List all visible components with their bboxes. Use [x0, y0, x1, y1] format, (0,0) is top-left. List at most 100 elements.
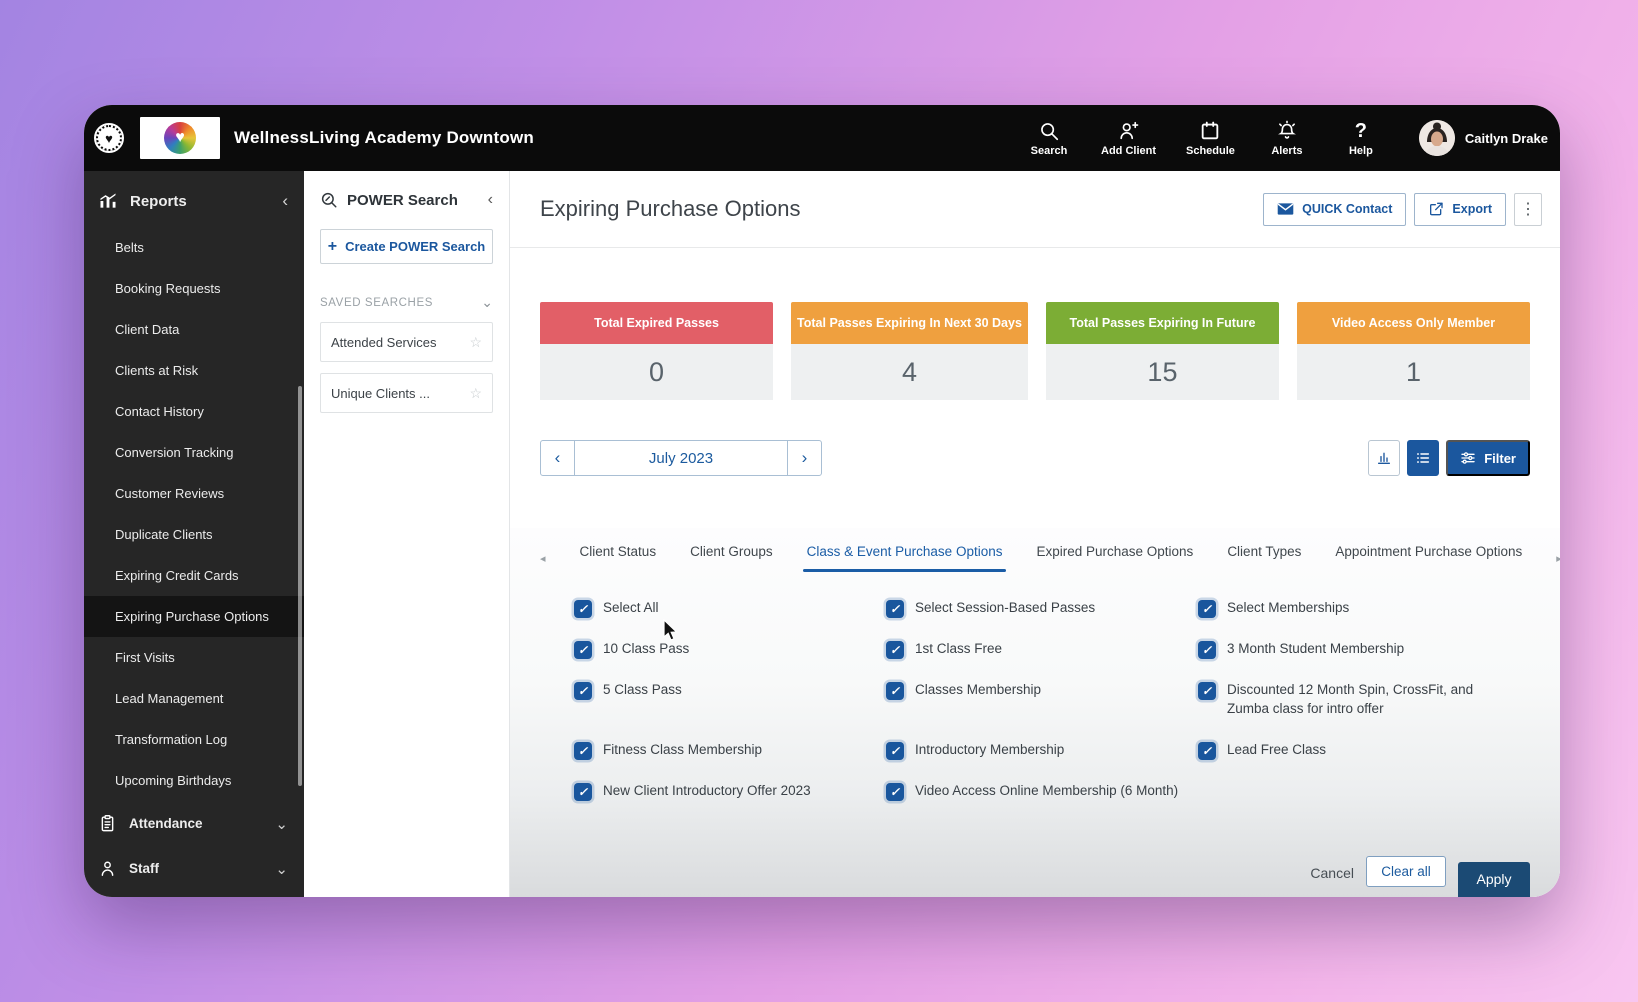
- stat-card-total-expired-passes[interactable]: Total Expired Passes 0: [540, 302, 773, 400]
- filter-3-month-student-membership[interactable]: ✓3 Month Student Membership: [1198, 640, 1530, 659]
- filter-panel: ◂ Client Status Client Groups Class & Ev…: [510, 528, 1560, 897]
- wellnessliving-badge-icon[interactable]: ♥: [96, 125, 122, 151]
- tab-client-types[interactable]: Client Types: [1227, 544, 1301, 572]
- nav-help[interactable]: ? Help: [1339, 120, 1383, 157]
- filter-select-all[interactable]: ✓ Select All: [574, 599, 886, 618]
- sidebar-section-staff[interactable]: Staff ⌄: [84, 846, 304, 891]
- tabs-scroll-right-icon[interactable]: ▸: [1556, 552, 1560, 565]
- filter-select-memberships[interactable]: ✓Select Memberships: [1198, 599, 1530, 618]
- stat-card-header: Total Expired Passes: [540, 302, 773, 344]
- filter-checkbox-grid: ✓ Select All ✓Select Session-Based Passes…: [574, 599, 1530, 801]
- view-controls: Filter: [1368, 440, 1530, 476]
- star-icon[interactable]: ☆: [469, 385, 482, 402]
- more-options-button[interactable]: ⋮: [1514, 193, 1542, 226]
- tab-label: Expired Purchase Options: [1036, 544, 1193, 559]
- create-power-search-button[interactable]: + Create POWER Search: [320, 229, 493, 264]
- nav-alerts[interactable]: Alerts: [1265, 120, 1309, 157]
- nav-search[interactable]: Search: [1027, 120, 1071, 157]
- sidebar-item-upcoming-birthdays[interactable]: Upcoming Birthdays: [84, 760, 304, 801]
- sidebar-section-attendance[interactable]: Attendance ⌄: [84, 801, 304, 846]
- sidebar-header-reports[interactable]: Reports ‹: [84, 181, 304, 221]
- sidebar-item-first-visits[interactable]: First Visits: [84, 637, 304, 678]
- saved-search-attended-services[interactable]: Attended Services ☆: [320, 322, 493, 362]
- filter-new-client-intro-offer-2023[interactable]: ✓ New Client Introductory Offer 2023: [574, 782, 886, 801]
- checkbox-checked-icon[interactable]: ✓: [574, 742, 592, 760]
- star-icon[interactable]: ☆: [469, 334, 482, 351]
- checkbox-checked-icon[interactable]: ✓: [886, 742, 904, 760]
- filter-discounted-12-month[interactable]: ✓Discounted 12 Month Spin, CrossFit, and…: [1198, 681, 1530, 719]
- avatar[interactable]: [1419, 120, 1455, 156]
- checkbox-checked-icon[interactable]: ✓: [1198, 600, 1216, 618]
- nav-schedule[interactable]: Schedule: [1186, 120, 1235, 157]
- envelope-icon: [1277, 202, 1294, 216]
- tab-client-status[interactable]: Client Status: [580, 544, 657, 572]
- checkbox-checked-icon[interactable]: ✓: [574, 600, 592, 618]
- filter-video-access-online-membership[interactable]: ✓Video Access Online Membership (6 Month…: [886, 782, 1198, 801]
- sidebar-item-lead-management[interactable]: Lead Management: [84, 678, 304, 719]
- checkbox-checked-icon[interactable]: ✓: [886, 783, 904, 801]
- sidebar-item-customer-reviews[interactable]: Customer Reviews: [84, 473, 304, 514]
- sidebar-item-expiring-credit-cards[interactable]: Expiring Credit Cards: [84, 555, 304, 596]
- filter-classes-membership[interactable]: ✓ Classes Membership: [886, 681, 1198, 700]
- filter-lead-free-class[interactable]: ✓Lead Free Class: [1198, 741, 1530, 760]
- list-view-button[interactable]: [1407, 440, 1439, 476]
- sidebar-collapse-icon[interactable]: ‹: [282, 191, 288, 211]
- tab-label: Client Groups: [690, 544, 773, 559]
- sidebar-scrollbar[interactable]: [298, 386, 302, 786]
- filter-select-session-based[interactable]: ✓Select Session-Based Passes: [886, 599, 1198, 618]
- filter-sliders-icon: [1460, 450, 1476, 466]
- tab-client-groups[interactable]: Client Groups: [690, 544, 773, 572]
- export-label: Export: [1452, 202, 1492, 216]
- saved-search-unique-clients[interactable]: Unique Clients ... ☆: [320, 373, 493, 413]
- filter-label: New Client Introductory Offer 2023: [603, 782, 811, 801]
- prev-month-button[interactable]: ‹: [541, 441, 575, 475]
- checkbox-checked-icon[interactable]: ✓: [1198, 742, 1216, 760]
- user-menu[interactable]: Caitlyn Drake: [1419, 120, 1548, 156]
- quick-contact-button[interactable]: QUICK Contact: [1263, 193, 1406, 226]
- export-button[interactable]: Export: [1414, 193, 1506, 226]
- filter-5-class-pass[interactable]: ✓5 Class Pass: [574, 681, 886, 700]
- filter-introductory-membership[interactable]: ✓Introductory Membership: [886, 741, 1198, 760]
- stat-card-video-access-only[interactable]: Video Access Only Member 1: [1297, 302, 1530, 400]
- clear-all-button[interactable]: Clear all: [1366, 856, 1446, 887]
- filter-label: Classes Membership: [915, 681, 1041, 700]
- tab-class-event-purchase-options[interactable]: Class & Event Purchase Options: [807, 544, 1003, 572]
- nav-add-client[interactable]: Add Client: [1101, 120, 1156, 157]
- tab-expired-purchase-options[interactable]: Expired Purchase Options: [1036, 544, 1193, 572]
- business-logo[interactable]: ♥: [140, 117, 220, 159]
- sidebar-item-contact-history[interactable]: Contact History: [84, 391, 304, 432]
- next-month-button[interactable]: ›: [787, 441, 821, 475]
- sidebar-item-duplicate-clients[interactable]: Duplicate Clients: [84, 514, 304, 555]
- user-name: Caitlyn Drake: [1465, 131, 1548, 146]
- checkbox-checked-icon[interactable]: ✓: [886, 641, 904, 659]
- sidebar-item-transformation-log[interactable]: Transformation Log: [84, 719, 304, 760]
- filter-1st-class-free[interactable]: ✓1st Class Free: [886, 640, 1198, 659]
- filter-label: Select All: [603, 599, 659, 618]
- sidebar-item-belts[interactable]: Belts: [84, 227, 304, 268]
- current-month-label[interactable]: July 2023: [575, 441, 787, 475]
- checkbox-checked-icon[interactable]: ✓: [574, 682, 592, 700]
- chart-view-button[interactable]: [1368, 440, 1400, 476]
- sidebar-item-client-data[interactable]: Client Data: [84, 309, 304, 350]
- sidebar-item-booking-requests[interactable]: Booking Requests: [84, 268, 304, 309]
- checkbox-checked-icon[interactable]: ✓: [574, 641, 592, 659]
- saved-searches-header[interactable]: SAVED SEARCHES ⌄: [320, 294, 493, 311]
- sidebar-item-conversion-tracking[interactable]: Conversion Tracking: [84, 432, 304, 473]
- stat-card-expiring-in-future[interactable]: Total Passes Expiring In Future 15: [1046, 302, 1279, 400]
- cancel-button[interactable]: Cancel: [1310, 865, 1354, 881]
- checkbox-checked-icon[interactable]: ✓: [1198, 682, 1216, 700]
- sidebar-item-clients-at-risk[interactable]: Clients at Risk: [84, 350, 304, 391]
- filter-button[interactable]: Filter: [1446, 440, 1530, 476]
- stat-card-expiring-next-30-days[interactable]: Total Passes Expiring In Next 30 Days 4: [791, 302, 1028, 400]
- apply-button[interactable]: Apply: [1458, 862, 1530, 897]
- checkbox-checked-icon[interactable]: ✓: [1198, 641, 1216, 659]
- panel-collapse-icon[interactable]: ‹: [488, 191, 493, 209]
- sidebar-item-expiring-purchase-options[interactable]: Expiring Purchase Options: [84, 596, 304, 637]
- tabs-scroll-left-icon[interactable]: ◂: [540, 552, 546, 565]
- checkbox-checked-icon[interactable]: ✓: [886, 600, 904, 618]
- checkbox-checked-icon[interactable]: ✓: [574, 783, 592, 801]
- filter-fitness-class-membership[interactable]: ✓Fitness Class Membership: [574, 741, 886, 760]
- checkbox-checked-icon[interactable]: ✓: [886, 682, 904, 700]
- tab-appointment-purchase-options[interactable]: Appointment Purchase Options: [1335, 544, 1522, 572]
- filter-10-class-pass[interactable]: ✓10 Class Pass: [574, 640, 886, 659]
